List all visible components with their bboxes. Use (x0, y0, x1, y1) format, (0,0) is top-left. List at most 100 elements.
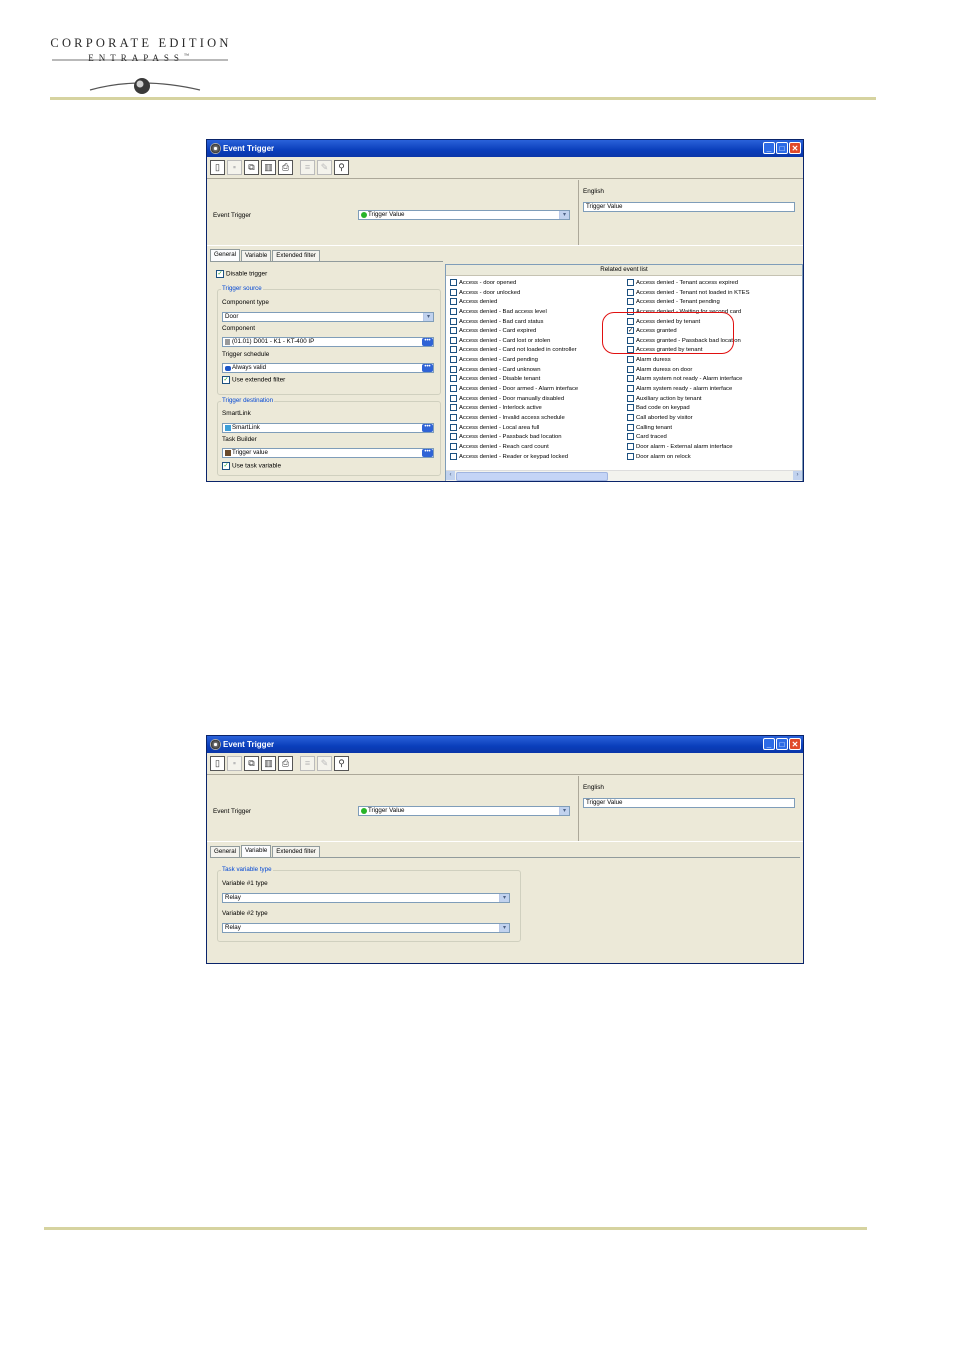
maximize-button[interactable]: □ (776, 142, 788, 154)
event-list-item[interactable]: Access denied - Tenant access expired (627, 279, 750, 289)
event-list-item[interactable]: Access denied - Door manually disabled (450, 394, 578, 405)
browse-icon[interactable]: ••• (422, 338, 433, 346)
event-list-item[interactable]: Access denied - Card lost or stolen (450, 336, 578, 347)
event-list-item[interactable]: Access denied - Reach card count (450, 442, 578, 453)
event-list-item[interactable]: Access - door opened (450, 279, 578, 289)
use-task-variable-checkbox[interactable]: ✓ Use task variable (222, 462, 281, 470)
event-checkbox[interactable] (450, 394, 457, 402)
tab-general[interactable]: General (210, 846, 241, 857)
event-list-item[interactable]: Access denied - Door armed - Alarm inter… (450, 385, 578, 395)
list-icon[interactable]: ≡ (300, 756, 315, 771)
event-checkbox[interactable] (450, 442, 457, 450)
tab-extended-filter[interactable]: Extended filter (272, 846, 320, 857)
copy-icon[interactable]: ⧉ (244, 756, 259, 771)
smartlink-field[interactable]: SmartLink ••• (222, 423, 434, 433)
event-list-item[interactable]: Card traced (627, 433, 750, 443)
event-checkbox[interactable] (450, 279, 457, 286)
event-checkbox[interactable] (627, 375, 634, 383)
chevron-down-icon[interactable]: ▾ (423, 313, 433, 321)
trigger-schedule-field[interactable]: Always valid ••• (222, 363, 434, 373)
scrollbar-thumb[interactable] (456, 472, 608, 481)
event-list-item[interactable]: Access denied - Reader or keypad locked (450, 452, 578, 463)
delete-icon[interactable]: ▥ (261, 160, 276, 175)
close-button[interactable]: ✕ (789, 142, 801, 154)
event-list-item[interactable]: Access denied (450, 298, 578, 308)
chevron-right-icon[interactable]: › (793, 471, 802, 480)
chevron-down-icon[interactable]: ▾ (499, 894, 509, 902)
chevron-down-icon[interactable]: ▾ (499, 924, 509, 932)
close-button[interactable]: ✕ (789, 738, 801, 750)
event-checkbox[interactable] (627, 356, 634, 364)
event-list-item[interactable]: Access denied - Disable tenant (450, 375, 578, 385)
event-list-item[interactable]: Access - door unlocked (450, 288, 578, 299)
event-list-item[interactable]: Alarm duress (627, 356, 750, 366)
disable-trigger-checkbox[interactable]: ✓ Disable trigger (216, 270, 267, 278)
chevron-down-icon[interactable]: ▾ (559, 807, 569, 815)
event-list-item[interactable]: Access denied - Card unknown (450, 365, 578, 376)
event-checkbox[interactable] (450, 327, 457, 335)
event-checkbox[interactable] (627, 365, 634, 373)
event-checkbox[interactable] (627, 298, 634, 306)
browse-icon[interactable]: ••• (422, 424, 433, 432)
event-list-item[interactable]: Call aborted by visitor (627, 413, 750, 424)
language-text-field[interactable]: Trigger Value (583, 798, 795, 808)
event-checkbox[interactable] (450, 298, 457, 306)
use-extended-filter-checkbox[interactable]: ✓ Use extended filter (222, 376, 285, 384)
event-list-item[interactable]: Access denied - Interlock active (450, 404, 578, 414)
browse-icon[interactable]: ••• (422, 364, 433, 372)
list-icon[interactable]: ≡ (300, 160, 315, 175)
event-checkbox[interactable] (627, 452, 634, 460)
event-checkbox[interactable] (627, 413, 634, 421)
event-list-item[interactable]: Alarm duress on door (627, 365, 750, 376)
event-list-item[interactable]: Alarm system ready - alarm interface (627, 385, 750, 395)
copy-icon[interactable]: ⧉ (244, 160, 259, 175)
event-checkbox[interactable] (450, 413, 457, 421)
new-icon[interactable]: ▯ (210, 160, 225, 175)
event-list-item[interactable]: Access denied - Card pending (450, 356, 578, 366)
event-list-item[interactable]: Access denied - Invalid access schedule (450, 413, 578, 424)
event-checkbox[interactable] (450, 288, 457, 296)
minimize-button[interactable]: _ (763, 738, 775, 750)
tab-variable[interactable]: Variable (241, 250, 272, 261)
browse-icon[interactable]: ••• (422, 449, 433, 457)
delete-icon[interactable]: ▥ (261, 756, 276, 771)
event-checkbox[interactable] (450, 452, 457, 460)
find-icon[interactable]: ⚲ (334, 160, 349, 175)
event-checkbox[interactable] (450, 356, 457, 364)
event-checkbox[interactable] (627, 279, 634, 286)
new-icon[interactable]: ▯ (210, 756, 225, 771)
event-list-item[interactable]: Access denied - Tenant pending (627, 298, 750, 308)
component-field[interactable]: (01.01) D001 - K1 - KT-400 IP ••• (222, 337, 434, 347)
event-checkbox[interactable] (627, 385, 634, 393)
tab-extended-filter[interactable]: Extended filter (272, 250, 320, 261)
event-checkbox[interactable] (450, 336, 457, 344)
event-checkbox[interactable] (450, 404, 457, 412)
print-icon[interactable]: ⎙ (278, 160, 293, 175)
event-checkbox[interactable] (627, 394, 634, 402)
event-list-item[interactable]: Auxiliary action by tenant (627, 394, 750, 405)
maximize-button[interactable]: □ (776, 738, 788, 750)
component-type-select[interactable]: Door ▾ (222, 312, 434, 322)
event-checkbox[interactable] (450, 346, 457, 354)
chevron-down-icon[interactable]: ▾ (559, 211, 569, 219)
variable-1-type-select[interactable]: Relay ▾ (222, 893, 510, 903)
save-icon[interactable]: ▪ (227, 160, 242, 175)
event-checkbox[interactable] (627, 404, 634, 412)
edit-icon[interactable]: ✎ (317, 160, 332, 175)
horizontal-scrollbar[interactable]: ‹ › (446, 470, 802, 481)
event-checkbox[interactable] (450, 375, 457, 383)
event-list-item[interactable]: Access denied - Passback bad location (450, 433, 578, 443)
event-checkbox[interactable] (627, 423, 634, 431)
event-list-item[interactable]: Access denied - Bad access level (450, 307, 578, 318)
event-list-item[interactable]: Access denied - Card not loaded in contr… (450, 346, 578, 356)
event-list-item[interactable]: Door alarm on relock (627, 452, 750, 463)
event-checkbox[interactable] (450, 423, 457, 431)
event-checkbox[interactable] (627, 433, 634, 441)
event-trigger-select[interactable]: Trigger Value ▾ (358, 806, 570, 816)
event-checkbox[interactable] (450, 433, 457, 441)
event-list-item[interactable]: Access denied - Card expired (450, 327, 578, 337)
event-trigger-select[interactable]: Trigger Value ▾ (358, 210, 570, 220)
event-checkbox[interactable] (627, 288, 634, 296)
event-checkbox[interactable] (627, 442, 634, 450)
event-list-item[interactable]: Access denied - Tenant not loaded in KTE… (627, 288, 750, 299)
